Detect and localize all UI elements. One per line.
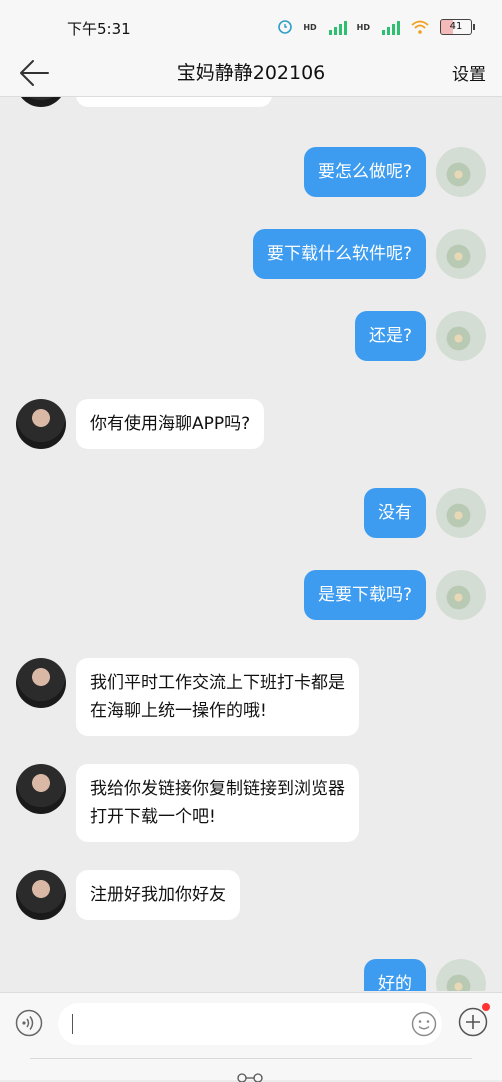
avatar[interactable] bbox=[436, 147, 486, 197]
signal-icon bbox=[328, 19, 347, 35]
avatar[interactable] bbox=[436, 959, 486, 991]
message-bubble[interactable]: 我给你发链接你复制链接到浏览器 打开下载一个吧! bbox=[76, 764, 359, 842]
battery-indicator: 41 bbox=[440, 19, 475, 35]
input-bar bbox=[0, 992, 502, 1059]
hd-badge-2: HD bbox=[356, 22, 370, 32]
status-icons: HD HD 41 bbox=[277, 16, 475, 38]
avatar[interactable] bbox=[16, 870, 66, 920]
settings-button[interactable]: 设置 bbox=[452, 60, 486, 85]
voice-icon[interactable] bbox=[15, 1009, 43, 1037]
message-list[interactable]: 要怎么做呢? 要下载什么软件呢? 还是? 你有使用海聊APP吗? 没有 是要下载… bbox=[0, 97, 502, 991]
message-bubble[interactable]: 注册好我加你好友 bbox=[76, 870, 240, 920]
avatar[interactable] bbox=[16, 97, 66, 107]
text-cursor bbox=[72, 1014, 73, 1034]
wifi-icon bbox=[411, 20, 429, 34]
signal-icon-2 bbox=[382, 19, 400, 35]
page-title: 宝妈静静202106 bbox=[176, 62, 326, 84]
smiley-icon[interactable] bbox=[411, 1011, 437, 1037]
alarm-icon bbox=[278, 20, 293, 34]
message-bubble[interactable]: 没有 bbox=[364, 488, 426, 538]
status-time: 下午5:31 bbox=[67, 20, 131, 38]
status-bar: 下午5:31 HD HD 41 bbox=[0, 0, 502, 50]
divider bbox=[30, 1058, 472, 1059]
message-bubble[interactable]: 你有使用海聊APP吗? bbox=[76, 399, 265, 449]
avatar[interactable] bbox=[436, 311, 486, 361]
message-line: 我给你发链接你复制链接到浏览器 bbox=[90, 779, 345, 799]
message-bubble[interactable]: 好的 bbox=[364, 959, 426, 991]
message-line: 打开下载一个吧! bbox=[90, 807, 216, 827]
avatar[interactable] bbox=[16, 399, 66, 449]
message-input[interactable] bbox=[58, 1003, 442, 1045]
chat-header: 宝妈静静202106 设置 bbox=[0, 50, 502, 97]
hd-badge-1: HD bbox=[303, 22, 317, 32]
message-line: 我们平时工作交流上下班打卡都是 bbox=[90, 673, 345, 693]
avatar[interactable] bbox=[436, 488, 486, 538]
avatar[interactable] bbox=[436, 229, 486, 279]
message-line: 在海聊上统一操作的哦! bbox=[90, 701, 267, 721]
notification-dot bbox=[482, 1003, 490, 1011]
bottom-bar bbox=[0, 1058, 502, 1082]
message-bubble-partial[interactable] bbox=[76, 97, 272, 107]
plus-icon[interactable] bbox=[458, 1007, 488, 1037]
message-bubble[interactable]: 我们平时工作交流上下班打卡都是 在海聊上统一操作的哦! bbox=[76, 658, 359, 736]
battery-level: 41 bbox=[449, 21, 463, 32]
message-bubble[interactable]: 还是? bbox=[354, 311, 426, 361]
avatar[interactable] bbox=[16, 658, 66, 708]
message-bubble[interactable]: 是要下载吗? bbox=[303, 570, 426, 620]
message-bubble[interactable]: 要怎么做呢? bbox=[303, 147, 426, 197]
avatar[interactable] bbox=[16, 764, 66, 814]
message-bubble[interactable]: 要下载什么软件呢? bbox=[252, 229, 426, 279]
avatar[interactable] bbox=[436, 570, 486, 620]
